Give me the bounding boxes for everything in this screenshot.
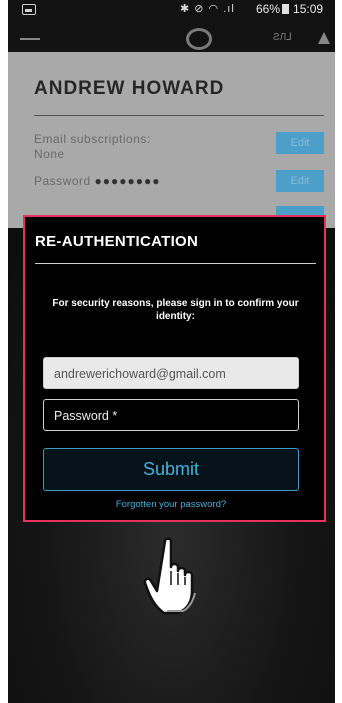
password-field[interactable]: Password *: [43, 399, 299, 431]
header-glyph-icon: ƧЛ⅃: [273, 32, 292, 43]
edit-subscriptions-button[interactable]: Edit: [276, 132, 324, 154]
app-header: ƧЛ⅃: [8, 24, 335, 52]
forgot-password-link[interactable]: Forgotten your password?: [43, 499, 299, 510]
status-icons: ✱ ⊘ ◠ .ıl: [180, 3, 235, 15]
divider: [34, 115, 324, 116]
menu-icon[interactable]: [20, 38, 40, 40]
phone-screen: ✱ ⊘ ◠ .ıl 66% 15:09 ƧЛ⅃ ANDREW HOWARD Ema…: [8, 0, 335, 703]
status-right: 66% 15:09: [256, 2, 323, 16]
password-mask: ●●●●●●●●: [94, 174, 161, 188]
modal-title: RE-AUTHENTICATION: [35, 233, 199, 250]
account-card: ANDREW HOWARD Email subscriptions: None …: [8, 52, 335, 228]
reauth-modal: RE-AUTHENTICATION For security reasons, …: [23, 215, 326, 522]
battery-percent: 66%: [256, 2, 281, 16]
modal-divider: [35, 263, 316, 264]
email-subscriptions: Email subscriptions: None: [34, 132, 151, 162]
modal-message: For security reasons, please sign in to …: [52, 298, 299, 322]
bookmark-icon[interactable]: [318, 32, 330, 44]
email-field[interactable]: andrewerichoward@gmail.com: [43, 357, 299, 389]
app-logo-icon: [186, 28, 212, 50]
edit-password-button[interactable]: Edit: [276, 170, 324, 192]
password-row: Password ●●●●●●●●: [34, 174, 161, 188]
clock: 15:09: [293, 2, 324, 16]
gallery-notification-icon: [22, 4, 36, 15]
email-subscriptions-value: None: [34, 147, 65, 161]
hand-pointer-icon: [143, 537, 196, 615]
account-name: ANDREW HOWARD: [34, 78, 225, 99]
password-label: Password: [34, 174, 91, 188]
status-bar: ✱ ⊘ ◠ .ıl 66% 15:09: [8, 0, 335, 24]
email-subscriptions-label: Email subscriptions:: [34, 132, 151, 146]
submit-button[interactable]: Submit: [43, 448, 299, 491]
battery-icon: [282, 4, 290, 14]
